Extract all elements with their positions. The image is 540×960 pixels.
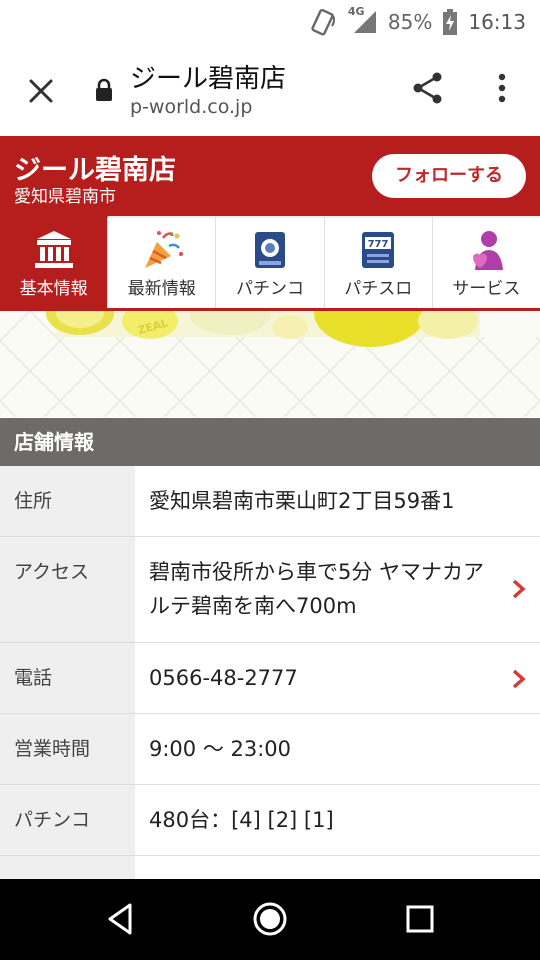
pachinko-icon [255,232,285,268]
tab-label: 基本情報 [19,279,88,299]
tab-label: パチンコ [236,279,304,299]
vibrate-icon [311,8,335,36]
info-label: パチンコ [0,785,135,855]
clock: 16:13 [468,10,526,34]
shop-area: 愛知県碧南市 [14,187,116,207]
browser-toolbar: ジール碧南店 p-world.co.jp [0,44,540,136]
info-row-address: 住所 愛知県碧南市栗山町2丁目59番1 [0,466,540,537]
info-row-phone[interactable]: 電話 0566-48-2777 [0,643,540,714]
tab-service[interactable]: サービス [432,216,540,308]
tab-pachinko[interactable]: パチンコ [216,216,325,308]
tab-basic-info[interactable]: 基本情報 [0,216,109,308]
back-icon[interactable] [102,901,138,937]
recent-apps-icon[interactable] [402,901,438,937]
close-icon[interactable] [24,74,58,108]
info-value: 碧南市役所から車で5分 ヤマナカアルテ碧南を南へ700m [149,560,485,618]
network-indicator: 4G [348,5,378,35]
info-row-pachinko: パチンコ 480台：[4] [2] [1] [0,785,540,856]
tab-label: サービス [452,279,521,299]
follow-button[interactable]: フォローする [372,154,526,198]
info-value: 愛知県碧南市栗山町2丁目59番1 [149,489,455,513]
chevron-right-icon[interactable] [512,669,526,689]
browser-url[interactable]: p-world.co.jp [130,96,252,118]
tab-label: パチスロ [344,279,413,299]
info-row-hours: 営業時間 9:00 〜 23:00 [0,714,540,785]
info-label: 営業時間 [0,714,135,784]
tab-latest-info[interactable]: 最新情報 [108,216,217,308]
system-nav-bar [0,879,540,960]
info-label: アクセス [0,537,135,642]
battery-percent: 85% [387,10,433,34]
section-title-shop-info: 店舗情報 [0,418,540,466]
info-row-access[interactable]: アクセス 碧南市役所から車で5分 ヤマナカアルテ碧南を南へ700m [0,537,540,643]
slot-icon: 777 [362,232,395,268]
info-value: 480台：[4] [2] [1] [149,808,334,832]
building-icon [34,231,73,268]
browser-page-title: ジール碧南店 [130,64,287,94]
status-icons: 4G 85% 16:13 [308,5,526,36]
tab-label: 最新情報 [127,279,196,299]
battery-charging-icon [443,9,458,35]
banner-graphic: ZEAL [0,311,540,417]
status-bar: 4G 85% 16:13 [0,0,540,44]
svg-text:777: 777 [368,239,389,250]
info-label: 電話 [0,643,135,713]
signal-icon [353,11,376,33]
tab-pachislot[interactable]: 777 パチスロ [324,216,433,308]
party-popper-icon [144,231,183,268]
info-value: 9:00 〜 23:00 [149,737,292,761]
shop-info-table: 住所 愛知県碧南市栗山町2丁目59番1 アクセス 碧南市役所から車で5分 ヤマナ… [0,466,540,927]
category-tabs: 基本情報 最新情報 パチンコ 777 パチスロ サービス [0,216,540,311]
lock-icon [96,78,112,101]
info-label: 住所 [0,466,135,536]
shop-header: ジール碧南店 愛知県碧南市 フォローする [0,136,540,216]
more-options-icon[interactable] [490,70,514,106]
home-icon[interactable] [252,901,288,937]
shop-banner: ZEAL [0,311,540,417]
chevron-right-icon[interactable] [512,579,526,599]
service-icon [473,231,504,270]
info-value: 0566-48-2777 [149,666,298,690]
share-icon[interactable] [410,70,446,106]
